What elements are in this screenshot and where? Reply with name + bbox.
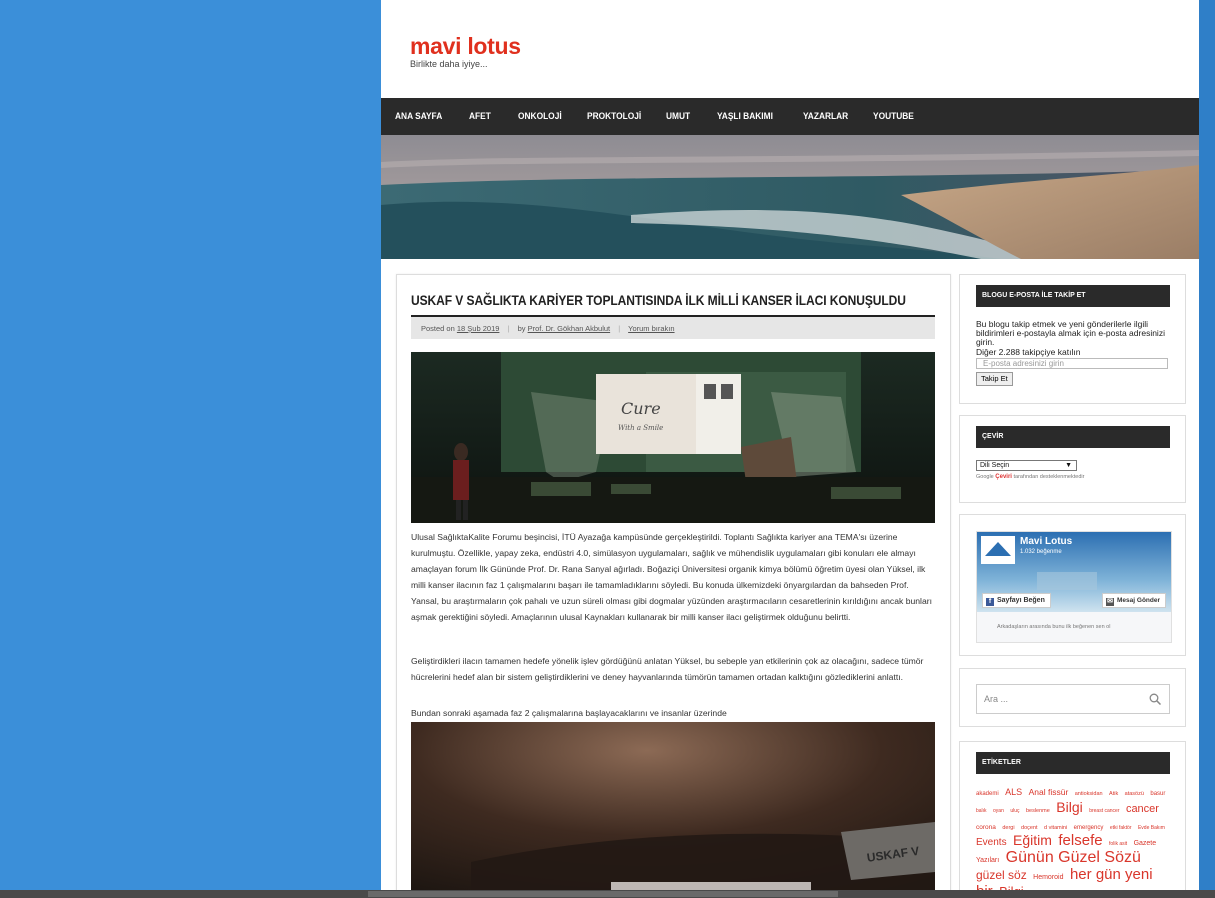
translate-widget: ÇEVİR Dili Seçin ▼ Google Çeviri tarafın… [959,415,1186,503]
nav-item-youtube[interactable]: YOUTUBE [873,98,914,135]
slide-cure-text: Cure [621,399,661,418]
tag-link[interactable]: güzel söz [976,868,1027,882]
tag-link[interactable]: folik asit [1109,841,1127,847]
tag-link[interactable]: akademi [976,791,999,797]
tag-link[interactable]: cancer [1126,803,1159,815]
search-widget: Ara ... [959,668,1186,727]
tag-link[interactable]: Anal fissür [1029,787,1069,797]
tag-link[interactable]: doçent [1021,825,1038,831]
facebook-likes: 1.032 beğenme [1020,549,1062,555]
post-paragraph-1: Ulusal SağlıktaKalite Forumu beşincisi, … [411,532,932,622]
facebook-icon: f [986,598,994,606]
scrollbar-thumb[interactable] [368,891,838,897]
language-select[interactable]: Dili Seçin ▼ [976,460,1077,471]
tag-link[interactable]: Hemoroid [1033,874,1063,881]
tag-link[interactable]: Eğitim [1013,832,1052,848]
email-widget-text: Bu blogu takip etmek ve yeni gönderilerl… [976,319,1165,347]
like-button-label: Sayfayı Beğen [997,597,1045,604]
tag-link[interactable]: breast cancer [1089,808,1119,814]
facebook-cover: Mavi Lotus 1.032 beğenme f Sayfayı Beğen … [977,532,1171,612]
follow-button[interactable]: Takip Et [976,372,1013,386]
tags-widget-title: ETİKETLER [976,752,1170,774]
tag-link[interactable]: dergi [1002,825,1014,831]
nav-item-onkoloji[interactable]: ONKOLOJİ [518,98,562,135]
posted-on-label: Posted on [421,324,455,333]
comment-link[interactable]: Yorum bırakın [628,324,674,333]
post-article: USKAF V SAĞLIKTA KARİYER TOPLANTISINDA İ… [396,274,951,890]
nav-item-yazarlar[interactable]: YAZARLAR [803,98,848,135]
facebook-friends-text: Arkadaşların arasında bunu ilk beğenen s… [997,624,1111,630]
post-date-link[interactable]: 18 Şub 2019 [457,324,500,333]
tag-link[interactable]: beslenme [1026,808,1050,814]
email-follow-widget: BLOGU E-POSTA İLE TAKİP ET Bu blogu taki… [959,274,1186,404]
facebook-page-box: Mavi Lotus 1.032 beğenme f Sayfayı Beğen … [976,531,1172,643]
horizontal-scrollbar[interactable] [0,890,1215,898]
tag-link[interactable]: antioksidan [1075,791,1103,797]
post-meta: Posted on 18 Şub 2019 | by Prof. Dr. Gök… [411,315,935,339]
nav-item-afet[interactable]: AFET [469,98,491,135]
tag-link[interactable]: uluç [1010,808,1019,814]
nav-item-umut[interactable]: UMUT [666,98,690,135]
tag-link[interactable]: basur [1150,791,1165,797]
tag-link[interactable]: felsefe [1058,832,1102,849]
post-paragraph-2: Geliştirdikleri ilacın tamamen hedefe yö… [411,656,924,682]
powered-by-text: tarafından desteklenmektedir [1013,474,1085,480]
post-paragraph-3: Bundan sonraki aşamada faz 2 çalışmaları… [411,708,727,718]
google-translate-credit: Google Çeviri tarafından desteklenmekted… [976,474,1084,480]
nav-item-yasli-bakimi[interactable]: YAŞLI BAKIMI [717,98,773,135]
email-field[interactable]: E-posta adresinizi girin [976,358,1168,369]
tag-link[interactable]: oyan [993,808,1004,814]
header-image [381,135,1199,259]
tag-link[interactable]: Atik [1109,791,1118,797]
ceviri-link[interactable]: Çeviri [995,474,1012,480]
email-widget-title: BLOGU E-POSTA İLE TAKİP ET [976,285,1170,307]
tag-link[interactable]: Events [976,837,1007,849]
tag-cloud: akademi ALS Anal fissür antioksidan Atik… [976,783,1172,890]
main-nav: ANA SAYFA AFET ONKOLOJİ PROKTOLOJİ UMUT … [381,98,1199,135]
dropdown-arrow-icon: ▼ [1065,462,1072,469]
search-icon[interactable] [1149,693,1161,705]
search-input[interactable]: Ara ... [976,684,1170,714]
post-author-link[interactable]: Prof. Dr. Gökhan Akbulut [528,324,611,333]
facebook-message-button[interactable]: ✉ Mesaj Gönder [1102,593,1166,608]
language-select-value: Dili Seçin [980,462,1010,469]
post-title[interactable]: USKAF V SAĞLIKTA KARİYER TOPLANTISINDA İ… [411,292,906,308]
tag-link[interactable]: etki faktör [1110,825,1132,831]
tags-widget: ETİKETLER akademi ALS Anal fissür antiok… [959,741,1186,890]
tag-link[interactable]: Günün Güzel Sözü [1006,849,1141,866]
search-placeholder: Ara ... [984,694,1009,704]
site-title[interactable]: mavi lotus [410,33,521,60]
facebook-like-button[interactable]: f Sayfayı Beğen [982,593,1051,608]
scroll-track-right [1199,0,1215,890]
page-container: mavi lotus Birlikte daha iyiye... ANA SA… [381,0,1199,890]
translate-widget-title: ÇEVİR [976,426,1170,448]
slide-smile-text: With a Smile [618,424,663,432]
tag-link[interactable]: atasözü [1125,791,1144,797]
facebook-page-name[interactable]: Mavi Lotus [1020,536,1072,547]
tag-link[interactable]: d vitamini [1044,825,1067,831]
tag-link[interactable]: emergency [1074,825,1104,831]
messenger-icon: ✉ [1106,598,1115,606]
tag-link[interactable]: corona [976,824,996,831]
nav-item-proktoloji[interactable]: PROKTOLOJİ [587,98,641,135]
tag-link[interactable]: Bilgi [1056,799,1082,815]
followers-text: Diğer 2.288 takipçiye katılın [976,347,1081,357]
facebook-widget: Mavi Lotus 1.032 beğenme f Sayfayı Beğen … [959,514,1186,656]
tag-link[interactable]: balık [976,808,987,814]
site-description: Birlikte daha iyiye... [410,59,488,69]
tag-link[interactable]: ALS [1005,787,1022,797]
post-image-conference: Cure With a Smile [411,352,935,523]
tag-link[interactable]: Evde Bakım [1138,825,1165,831]
by-label: by [517,324,526,333]
nav-item-ana-sayfa[interactable]: ANA SAYFA [395,98,442,135]
google-label: Google [976,474,994,480]
message-button-label: Mesaj Gönder [1117,597,1160,604]
post-image-hall: USKAF V [411,722,935,890]
